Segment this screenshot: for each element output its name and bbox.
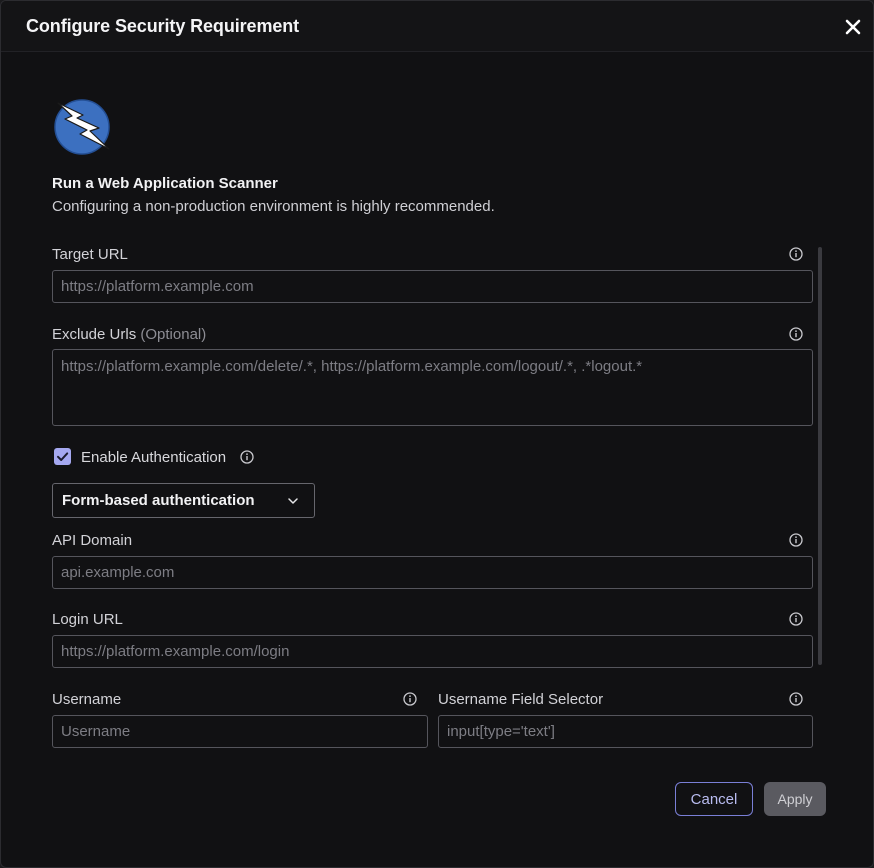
username-label-text: Username [52, 691, 122, 708]
info-icon[interactable] [789, 533, 803, 547]
chevron-down-icon [288, 498, 298, 504]
close-icon [845, 19, 861, 35]
cancel-button[interactable]: Cancel [675, 782, 753, 816]
username-selector-label: Username Field Selector [438, 691, 603, 708]
optional-tag: (Optional) [140, 326, 207, 343]
info-icon[interactable] [240, 450, 254, 464]
dialog-title: Configure Security Requirement [26, 16, 300, 36]
api-domain-label-text: API Domain [52, 532, 133, 549]
username-selector-input[interactable] [438, 715, 813, 748]
auth-type-value: Form-based authentication [62, 492, 255, 509]
login-url-label: Login URL [52, 611, 123, 628]
enable-auth-label: Enable Authentication [81, 449, 227, 466]
api-domain-input[interactable] [52, 556, 813, 589]
auth-type-select[interactable]: Form-based authentication [52, 483, 315, 518]
info-icon[interactable] [789, 612, 803, 626]
apply-button[interactable]: Apply [764, 782, 826, 816]
login-url-label-text: Login URL [52, 611, 123, 628]
configure-security-dialog: Configure Security Requirement Run a Web… [0, 0, 874, 868]
username-selector-label-text: Username Field Selector [438, 691, 604, 708]
target-url-input[interactable] [52, 270, 813, 303]
enable-auth-checkbox[interactable] [54, 448, 71, 465]
exclude-urls-label-text: Exclude Urls [52, 326, 137, 343]
target-url-label-text: Target URL [52, 246, 128, 263]
checkmark-icon [57, 452, 69, 461]
exclude-urls-label: Exclude Urls (Optional) [52, 326, 206, 343]
info-icon[interactable] [403, 692, 417, 706]
exclude-urls-textarea[interactable] [52, 349, 813, 426]
target-url-label: Target URL [52, 246, 128, 263]
close-button[interactable] [840, 14, 866, 40]
api-domain-label: API Domain [52, 532, 132, 549]
form-scrollbar[interactable] [818, 247, 822, 665]
login-url-input[interactable] [52, 635, 813, 668]
info-icon[interactable] [789, 692, 803, 706]
info-icon[interactable] [789, 327, 803, 341]
dialog-header: Configure Security Requirement [1, 1, 873, 52]
info-icon[interactable] [789, 247, 803, 261]
username-label: Username [52, 691, 121, 708]
intro-subtitle: Configuring a non-production environment… [52, 198, 495, 215]
intro-title: Run a Web Application Scanner [52, 175, 278, 192]
scanner-logo-icon [54, 99, 110, 155]
username-input[interactable] [52, 715, 428, 748]
